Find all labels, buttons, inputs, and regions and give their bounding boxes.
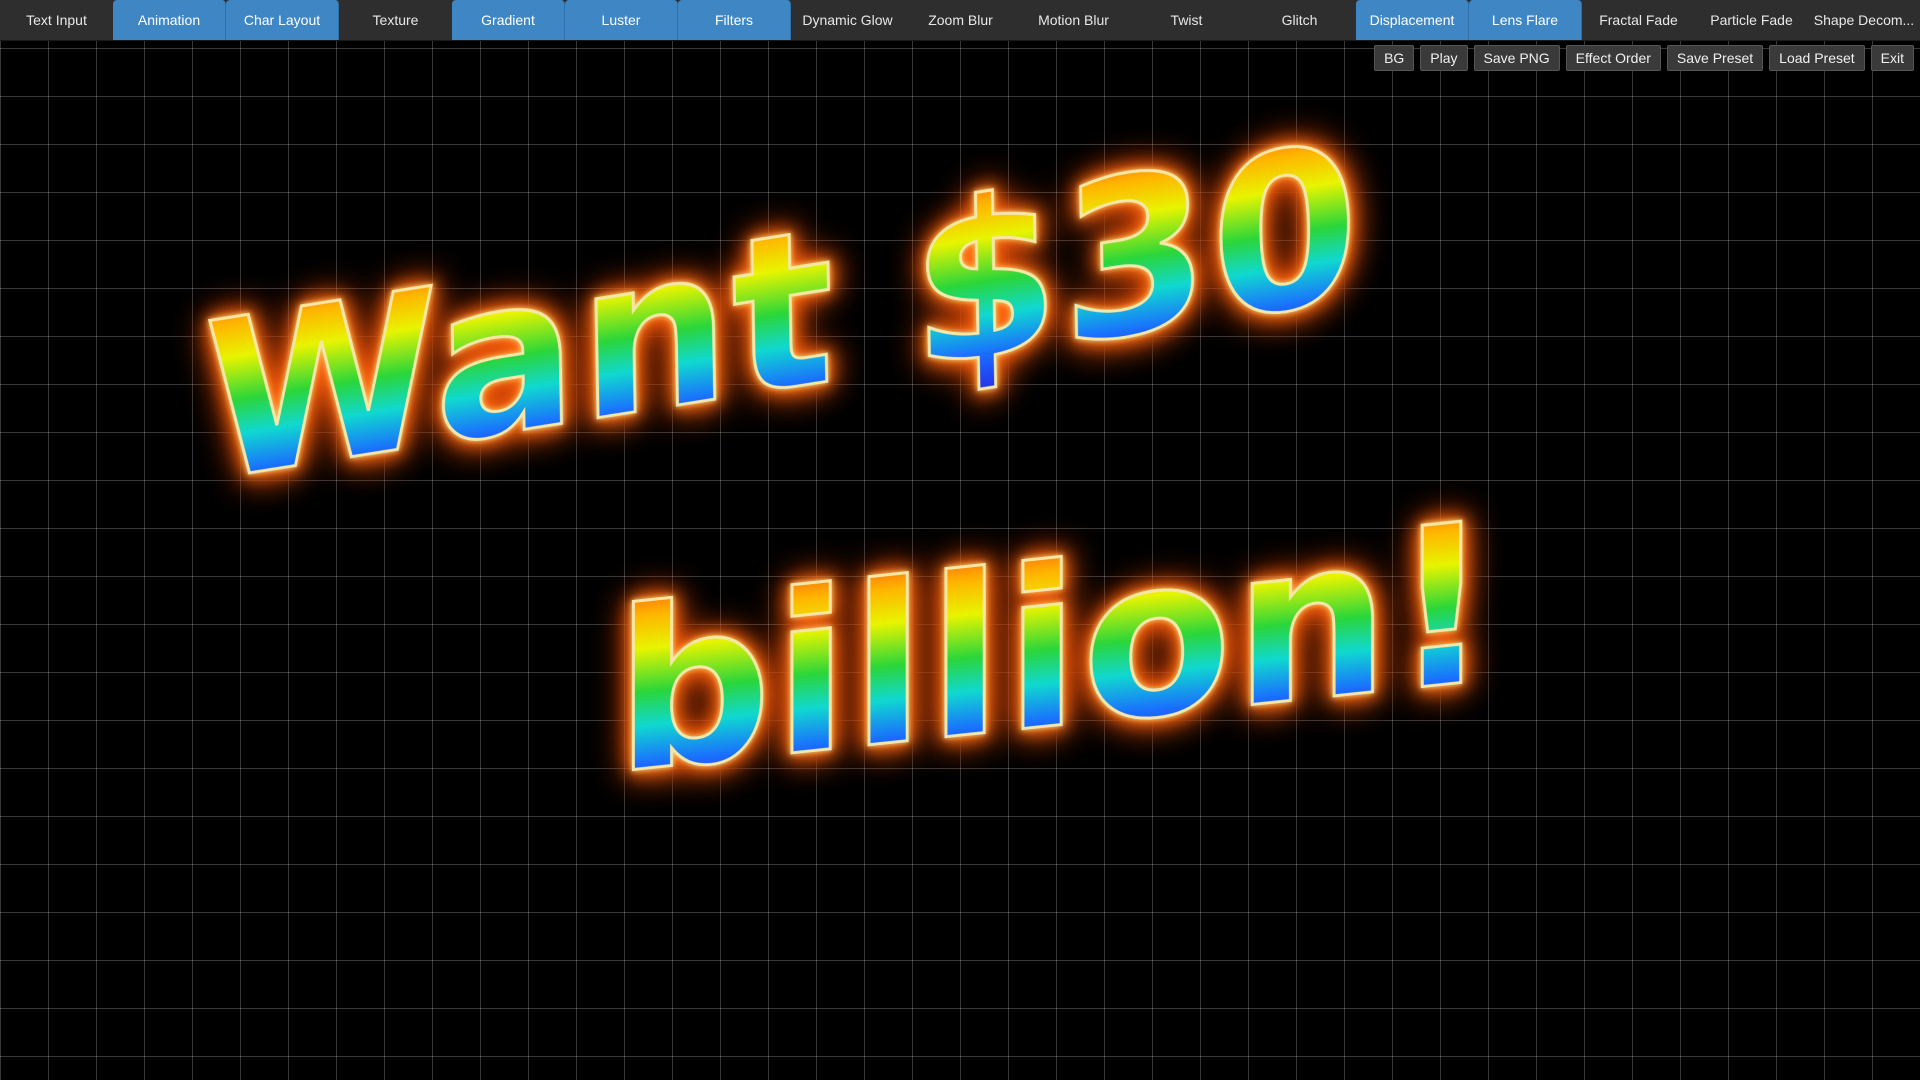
effect-text-line-1: Want $30 <box>201 93 1364 532</box>
effect-text-line-2: billion! <box>613 472 1494 825</box>
tab-gradient[interactable]: Gradient <box>452 0 565 40</box>
tab-shape-decomposition[interactable]: Shape Decom... <box>1808 0 1920 40</box>
tab-lens-flare[interactable]: Lens Flare <box>1469 0 1582 40</box>
save-png-button[interactable]: Save PNG <box>1473 45 1560 71</box>
tab-particle-fade[interactable]: Particle Fade <box>1695 0 1808 40</box>
effect-tab-bar: Text Input Animation Char Layout Texture… <box>0 0 1920 41</box>
tab-filters[interactable]: Filters <box>678 0 791 40</box>
tab-dynamic-glow[interactable]: Dynamic Glow <box>791 0 904 40</box>
tab-fractal-fade[interactable]: Fractal Fade <box>1582 0 1695 40</box>
tab-luster[interactable]: Luster <box>565 0 678 40</box>
tab-animation[interactable]: Animation <box>113 0 226 40</box>
editor-canvas-area[interactable]: Want $30 billion! Text Input Animation C… <box>0 0 1920 1080</box>
tab-text-input[interactable]: Text Input <box>0 0 113 40</box>
bg-button[interactable]: BG <box>1374 45 1415 71</box>
action-toolbar: BG Play Save PNG Effect Order Save Prese… <box>1374 45 1914 71</box>
play-button[interactable]: Play <box>1420 45 1468 71</box>
preview-stage: Want $30 billion! <box>0 0 1920 1080</box>
tab-texture[interactable]: Texture <box>339 0 452 40</box>
save-preset-button[interactable]: Save Preset <box>1666 45 1764 71</box>
tab-zoom-blur[interactable]: Zoom Blur <box>904 0 1017 40</box>
tab-char-layout[interactable]: Char Layout <box>226 0 339 40</box>
tab-displacement[interactable]: Displacement <box>1356 0 1469 40</box>
exit-button[interactable]: Exit <box>1870 45 1914 71</box>
load-preset-button[interactable]: Load Preset <box>1769 45 1865 71</box>
effect-order-button[interactable]: Effect Order <box>1565 45 1661 71</box>
tab-glitch[interactable]: Glitch <box>1243 0 1356 40</box>
tab-motion-blur[interactable]: Motion Blur <box>1017 0 1130 40</box>
tab-twist[interactable]: Twist <box>1130 0 1243 40</box>
